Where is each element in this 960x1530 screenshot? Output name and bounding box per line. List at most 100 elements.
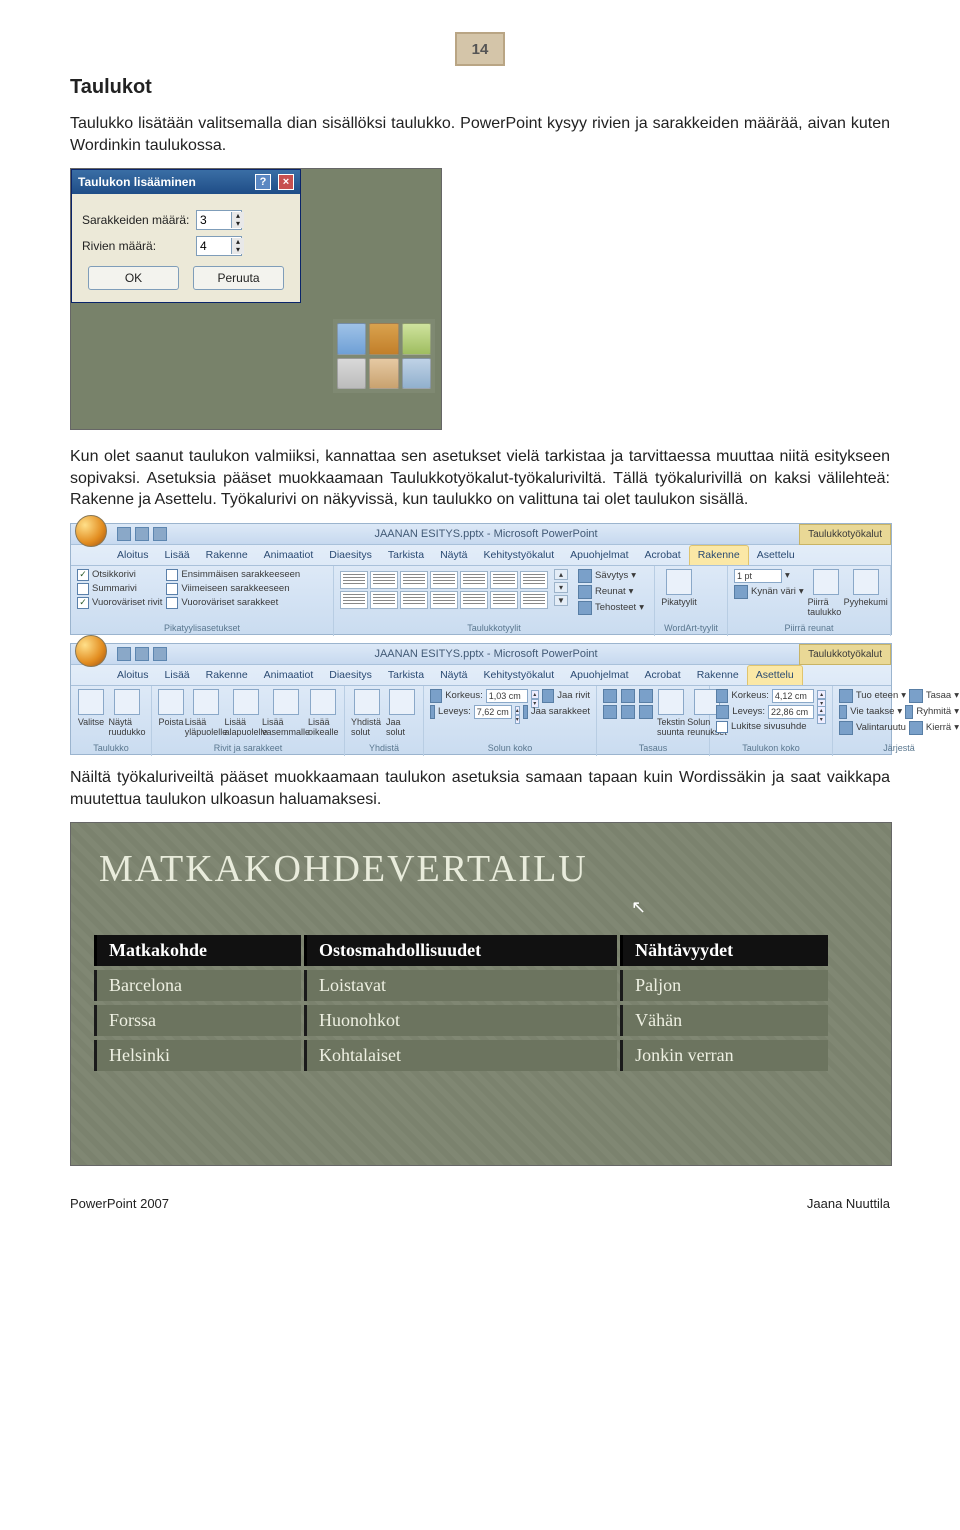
check-header-row[interactable]: ✓Otsikkorivi [77, 569, 162, 581]
rows-value[interactable] [197, 239, 231, 253]
tab-lisaa[interactable]: Lisää [157, 545, 198, 565]
insert-smartart-icon[interactable] [402, 323, 431, 355]
page-number: 14 [472, 41, 489, 58]
align-tr-icon[interactable] [639, 689, 653, 703]
help-icon[interactable]: ? [255, 174, 271, 190]
tab-rakenne-main[interactable]: Rakenne [198, 665, 256, 685]
qat-redo-icon[interactable] [153, 647, 167, 661]
table-height-field[interactable]: Korkeus: 4,12 cm▴▾ [716, 689, 826, 703]
dist-rows-icon [542, 689, 554, 703]
tab-lisaa[interactable]: Lisää [157, 665, 198, 685]
insert-above-button[interactable]: Lisää yläpuolelle [188, 689, 224, 737]
columns-spinner[interactable]: ▴▾ [196, 210, 242, 230]
align-icon [909, 689, 923, 703]
check-total-row[interactable]: Summarivi [77, 583, 162, 595]
eraser-button[interactable]: Pyyhekumi [848, 569, 884, 607]
spin-down-icon[interactable]: ▾ [231, 246, 244, 254]
group-alignment: Tasaus [603, 741, 703, 753]
merge-cells-button[interactable]: Yhdistä solut [351, 689, 382, 737]
tab-asettelu[interactable]: Asettelu [747, 665, 803, 685]
selection-pane-button[interactable]: Valintaruutu Kierrä ▾ [839, 721, 959, 735]
insert-table-icon[interactable] [337, 323, 366, 355]
columns-value[interactable] [197, 213, 231, 227]
tab-rakenne-main[interactable]: Rakenne [198, 545, 256, 565]
gallery-more-icon[interactable]: ▼ [554, 595, 568, 606]
insert-chart-icon[interactable] [369, 323, 398, 355]
tab-acrobat[interactable]: Acrobat [637, 665, 689, 685]
effects-dropdown[interactable]: Tehosteet ▾ [578, 601, 644, 615]
bring-forward-button[interactable]: Tuo eteen ▾ Tasaa ▾ [839, 689, 959, 703]
tab-animaatiot[interactable]: Animaatiot [256, 665, 322, 685]
pen-weight-dropdown[interactable]: 1 pt ▾ [734, 569, 804, 583]
qat-save-icon[interactable] [117, 647, 131, 661]
send-backward-button[interactable]: Vie taakse ▾ Ryhmitä ▾ [839, 705, 959, 719]
qat-undo-icon[interactable] [135, 527, 149, 541]
align-tc-icon[interactable] [621, 689, 635, 703]
table-width-field[interactable]: Leveys: 22,86 cm▴▾ [716, 705, 826, 719]
delete-icon [158, 689, 184, 715]
spin-down-icon[interactable]: ▾ [231, 220, 244, 228]
borders-dropdown[interactable]: Reunat ▾ [578, 585, 644, 599]
delete-button[interactable]: Poista [158, 689, 184, 727]
check-banded-rows[interactable]: ✓Vuoroväriset rivit [77, 597, 162, 609]
cell-height-field[interactable]: Korkeus: 1,03 cm▴▾ Jaa rivit [430, 689, 590, 703]
tab-asettelu[interactable]: Asettelu [749, 545, 803, 565]
lock-aspect-check[interactable]: Lukitse sivusuhde [716, 721, 826, 733]
tab-nayta[interactable]: Näytä [432, 665, 475, 685]
tab-animaatiot[interactable]: Animaatiot [256, 545, 322, 565]
align-bl-icon[interactable] [603, 705, 617, 719]
width-icon [716, 705, 729, 719]
forward-icon [839, 689, 853, 703]
shading-dropdown[interactable]: Sävytys ▾ [578, 569, 644, 583]
tab-rakenne[interactable]: Rakenne [689, 545, 749, 565]
qat-redo-icon[interactable] [153, 527, 167, 541]
insert-media-icon[interactable] [402, 358, 431, 390]
view-gridlines-button[interactable]: Näytä ruudukko [109, 689, 145, 737]
cell-width-field[interactable]: Leveys: 7,62 cm▴▾ Jaa sarakkeet [430, 705, 590, 719]
office-button-icon[interactable] [75, 515, 107, 547]
check-last-column[interactable]: Viimeiseen sarakkeeseen [166, 583, 300, 595]
tab-kehitystyokalut[interactable]: Kehitystyökalut [476, 545, 563, 565]
text-direction-button[interactable]: Tekstin suunta [657, 689, 685, 737]
tab-apuohjelmat[interactable]: Apuohjelmat [562, 665, 636, 685]
draw-table-button[interactable]: Piirrä taulukko [808, 569, 844, 617]
qat-undo-icon[interactable] [135, 647, 149, 661]
split-cells-button[interactable]: Jaa solut [386, 689, 417, 737]
tab-apuohjelmat[interactable]: Apuohjelmat [562, 545, 636, 565]
rows-label: Rivien määrä: [82, 239, 190, 253]
ok-button[interactable]: OK [88, 266, 179, 290]
align-bc-icon[interactable] [621, 705, 635, 719]
check-first-column[interactable]: Ensimmäisen sarakkeeseen [166, 569, 300, 581]
tab-nayta[interactable]: Näytä [432, 545, 475, 565]
office-button-icon[interactable] [75, 635, 107, 667]
table-styles-gallery[interactable] [340, 569, 548, 609]
tab-tarkista[interactable]: Tarkista [380, 545, 432, 565]
tab-kehitystyokalut[interactable]: Kehitystyökalut [476, 665, 563, 685]
tab-tarkista[interactable]: Tarkista [380, 665, 432, 685]
group-merge: Yhdistä [351, 741, 417, 753]
check-banded-columns[interactable]: Vuoroväriset sarakkeet [166, 597, 300, 609]
tab-diaesitys[interactable]: Diaesitys [321, 665, 380, 685]
insert-left-button[interactable]: Lisää vasemmalle [268, 689, 304, 737]
close-icon[interactable]: × [278, 174, 294, 190]
cancel-button[interactable]: Peruuta [193, 266, 284, 290]
select-button[interactable]: Valitse [77, 689, 105, 727]
insert-picture-icon[interactable] [337, 358, 366, 390]
tab-acrobat[interactable]: Acrobat [637, 545, 689, 565]
gallery-prev-icon[interactable]: ▴ [554, 569, 568, 580]
qat-save-icon[interactable] [117, 527, 131, 541]
align-br-icon[interactable] [639, 705, 653, 719]
tab-aloitus[interactable]: Aloitus [109, 665, 157, 685]
rows-spinner[interactable]: ▴▾ [196, 236, 242, 256]
insert-clipart-icon[interactable] [369, 358, 398, 390]
align-tl-icon[interactable] [603, 689, 617, 703]
insert-right-button[interactable]: Lisää oikealle [308, 689, 339, 737]
pen-color-dropdown[interactable]: Kynän väri ▾ [734, 585, 804, 599]
insert-below-button[interactable]: Lisää alapuolelle [228, 689, 264, 737]
tab-diaesitys[interactable]: Diaesitys [321, 545, 380, 565]
gallery-next-icon[interactable]: ▾ [554, 582, 568, 593]
tab-rakenne[interactable]: Rakenne [689, 665, 747, 685]
quick-styles-button[interactable]: Pikatyylit [661, 569, 697, 607]
borders-icon [578, 585, 592, 599]
tab-aloitus[interactable]: Aloitus [109, 545, 157, 565]
